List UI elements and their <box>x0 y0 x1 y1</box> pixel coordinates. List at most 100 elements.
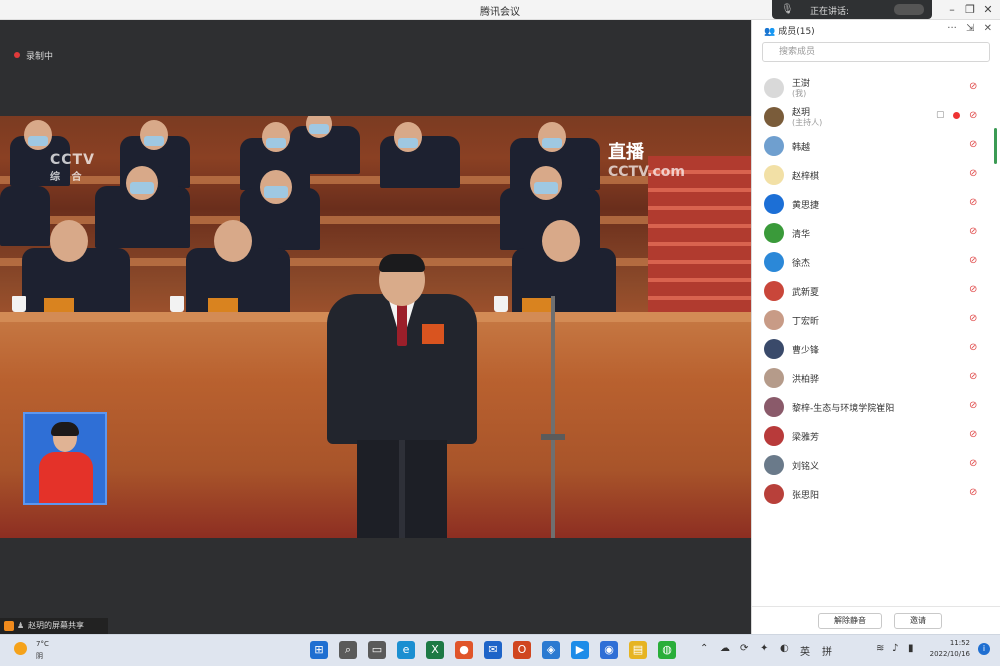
participant-item[interactable]: 赵玥 (主持人) ▢ ⊘ <box>752 102 1000 131</box>
avatar <box>764 281 784 301</box>
cloud-icon[interactable]: ☁ <box>720 643 730 654</box>
participants-panel: 👥成员(15) ··· ⇲ ✕ ⌕ 搜索成员 王澍(我)⊘赵玥(主持人)▢⊘韩越… <box>751 20 1000 634</box>
panel-scrollbar[interactable] <box>994 128 997 164</box>
mic-muted-icon[interactable]: ⊘ <box>969 110 977 121</box>
participant-role: (主持人) <box>792 118 823 127</box>
avatar <box>764 484 784 504</box>
members-icon: 👥 <box>764 27 776 37</box>
unmute-all-button[interactable]: 解除静音 <box>818 613 882 629</box>
video-on-icon <box>953 112 960 119</box>
participant-item[interactable]: 黎梓-生态与环境学院崔阳 ⊘ <box>752 392 1000 421</box>
channel-logo: CCTV 综 合 <box>50 152 95 183</box>
popout-icon[interactable]: ⇲ <box>966 23 974 34</box>
participant-item[interactable]: 曹少锋 ⊘ <box>752 334 1000 363</box>
office-icon[interactable]: O <box>513 641 531 659</box>
minimize-icon[interactable]: – <box>944 3 960 16</box>
stage-stairs <box>648 156 751 316</box>
avatar <box>764 368 784 388</box>
participant-item[interactable]: 清华 ⊘ <box>752 218 1000 247</box>
avatar <box>764 339 784 359</box>
mic-muted-icon[interactable]: ⊘ <box>969 400 977 411</box>
participant-item[interactable]: 丁宏昕 ⊘ <box>752 305 1000 334</box>
ime-mode-label[interactable]: 拼 <box>822 643 832 658</box>
mic-muted-icon[interactable]: ⊘ <box>969 197 977 208</box>
recording-label: 录制中 <box>26 52 54 62</box>
more-icon[interactable]: ··· <box>947 23 957 34</box>
restore-icon[interactable]: ❐ <box>962 3 978 16</box>
mic-muted-icon[interactable]: ⊘ <box>969 255 977 266</box>
close-icon[interactable]: ✕ <box>980 3 996 16</box>
participant-item[interactable]: 洪柏骅 ⊘ <box>752 363 1000 392</box>
invite-button[interactable]: 邀请 <box>894 613 942 629</box>
avatar <box>764 165 784 185</box>
avatar <box>764 107 784 127</box>
sync-icon[interactable]: ⟳ <box>740 643 748 654</box>
outlook-icon[interactable]: ✉ <box>484 641 502 659</box>
participant-name: 徐杰 <box>792 259 811 269</box>
avatar <box>764 455 784 475</box>
share-icon <box>4 621 14 631</box>
notification-text: 赵玥的屏幕共享 <box>28 621 84 630</box>
mic-muted-icon[interactable]: ⊘ <box>969 81 977 92</box>
app-icon[interactable]: ● <box>455 641 473 659</box>
taskbar-notification[interactable]: ♟ 赵玥的屏幕共享 <box>0 618 108 634</box>
participant-item[interactable]: 赵梓棋 ⊘ <box>752 160 1000 189</box>
mic-muted-icon[interactable]: ⊘ <box>969 168 977 179</box>
participant-name: 黎梓-生态与环境学院崔阳 <box>792 404 895 414</box>
mic-muted-icon[interactable]: ⊘ <box>969 313 977 324</box>
tray-app-icon[interactable]: ◐ <box>780 643 789 654</box>
meeting-icon[interactable]: ◉ <box>600 641 618 659</box>
participant-item[interactable]: 刘铭义 ⊘ <box>752 450 1000 479</box>
channel-logo-text: CCTV <box>50 152 95 168</box>
battery-icon[interactable]: ▮ <box>908 643 914 654</box>
member-search-input[interactable]: 搜索成员 <box>762 42 990 62</box>
participant-item[interactable]: 梁雅芳 ⊘ <box>752 421 1000 450</box>
recording-indicator: 录制中 <box>14 49 53 62</box>
excel-icon[interactable]: X <box>426 641 444 659</box>
volume-icon[interactable]: ♪ <box>892 643 898 654</box>
mic-muted-icon[interactable]: ⊘ <box>969 458 977 469</box>
main-speaker <box>327 254 477 538</box>
channel-watermark: CCTV.com <box>608 164 685 180</box>
chevron-up-icon[interactable]: ⌃ <box>700 643 708 654</box>
mic-muted-icon[interactable]: ⊘ <box>969 139 977 150</box>
security-icon[interactable]: ◈ <box>542 641 560 659</box>
panel-close-icon[interactable]: ✕ <box>984 23 992 34</box>
clock-time: 11:52 <box>949 639 970 647</box>
bluetooth-icon[interactable]: ✦ <box>760 643 768 654</box>
participant-item[interactable]: 黄思捷 ⊘ <box>752 189 1000 218</box>
channel-sub: 综 合 <box>50 172 86 183</box>
participant-name: 丁宏昕 <box>792 317 820 327</box>
avatar <box>764 223 784 243</box>
participant-item[interactable]: 张思阳 ⊘ <box>752 479 1000 508</box>
notification-icon[interactable]: i <box>978 643 990 655</box>
record-dot-icon <box>14 52 20 58</box>
wechat-icon[interactable]: ◍ <box>658 641 676 659</box>
ime-label[interactable]: 英 <box>800 643 810 658</box>
panel-footer: 解除静音 邀请 <box>752 606 1000 634</box>
clock-date: 2022/10/16 <box>929 650 970 658</box>
mic-muted-icon[interactable]: ⊘ <box>969 284 977 295</box>
participant-item[interactable]: 徐杰 ⊘ <box>752 247 1000 276</box>
system-clock[interactable]: 11:52 2022/10/16 <box>928 638 970 660</box>
mic-muted-icon[interactable]: ⊘ <box>969 429 977 440</box>
participant-item[interactable]: 王澍 (我) ⊘ <box>752 73 1000 102</box>
mic-muted-icon[interactable]: ⊘ <box>969 226 977 237</box>
dingtalk-icon[interactable]: ▶ <box>571 641 589 659</box>
participant-name: 刘铭义 <box>792 462 820 472</box>
participant-item[interactable]: 武新夏 ⊘ <box>752 276 1000 305</box>
mic-muted-icon[interactable]: ⊘ <box>969 487 977 498</box>
folder-icon[interactable]: ▤ <box>629 641 647 659</box>
edge-icon[interactable]: e <box>397 641 415 659</box>
mic-muted-icon[interactable]: ⊘ <box>969 342 977 353</box>
wifi-icon[interactable]: ≋ <box>876 643 884 654</box>
participant-item[interactable]: 韩越 ⊘ <box>752 131 1000 160</box>
search-icon[interactable]: ⌕ <box>339 641 357 659</box>
panel-actions: ··· ⇲ ✕ <box>941 23 992 34</box>
task-view-icon[interactable]: ▭ <box>368 641 386 659</box>
speaking-label: 正在讲话: <box>810 7 850 17</box>
avatar <box>764 252 784 272</box>
mic-muted-icon[interactable]: ⊘ <box>969 371 977 382</box>
start-icon[interactable]: ⊞ <box>310 641 328 659</box>
avatar <box>764 310 784 330</box>
